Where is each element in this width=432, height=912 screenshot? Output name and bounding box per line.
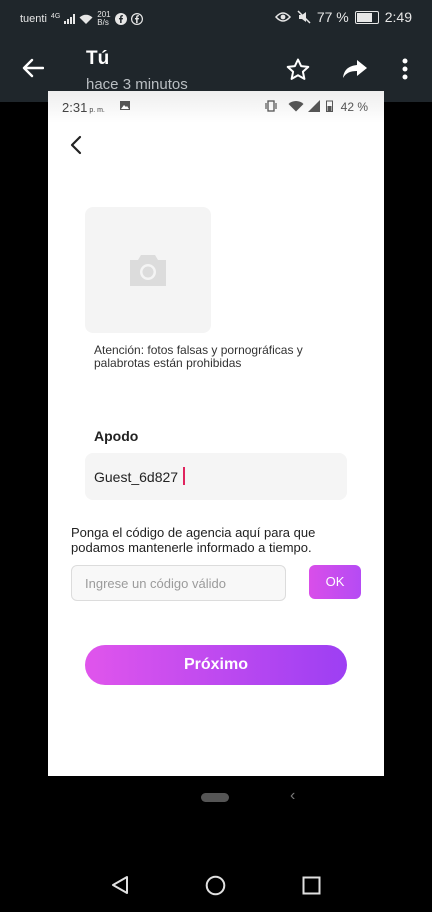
- inner-ampm: p. m.: [89, 107, 105, 114]
- outer-time: 2:49: [384, 9, 412, 25]
- net-speed-unit: B/s: [97, 18, 109, 27]
- next-button[interactable]: Próximo: [85, 645, 347, 685]
- text-caret: [183, 467, 185, 485]
- triangle-back-icon[interactable]: [110, 875, 130, 895]
- carrier-label: tuenti: [20, 13, 47, 25]
- inner-time-value: 2:31: [62, 100, 88, 115]
- inner-wifi-icon: [288, 101, 304, 112]
- battery-icon: [354, 10, 379, 24]
- star-icon[interactable]: [286, 58, 310, 81]
- image-icon: [120, 101, 130, 110]
- nick-value: Guest_6d827: [94, 469, 179, 485]
- gesture-pill[interactable]: [201, 793, 229, 802]
- eye-icon: [274, 12, 291, 22]
- chevron-left-icon[interactable]: [70, 135, 82, 155]
- camera-icon: [130, 255, 166, 286]
- photo-warning: Atención: fotos falsas y pornográficas y…: [94, 343, 303, 370]
- inner-battery-icon: [326, 100, 333, 112]
- outer-status-left: tuenti 4G 201 B/s: [20, 11, 143, 27]
- facebook-icon-2: [130, 13, 143, 25]
- net-speed: 201 B/s: [97, 11, 110, 27]
- agency-info: Ponga el código de agencia aquí para que…: [71, 525, 316, 555]
- inner-screenshot: 2:31 p. m. 42 % Atención: fotos falsas y …: [48, 91, 384, 776]
- inner-status-bar: 2:31 p. m. 42 %: [48, 91, 384, 123]
- outer-battery-text: 77 %: [316, 9, 349, 25]
- nick-label: Apodo: [94, 428, 139, 444]
- inner-time: 2:31 p. m.: [62, 100, 105, 115]
- mute-icon: [297, 10, 311, 24]
- agency-code-placeholder: Ingrese un código válido: [85, 576, 226, 591]
- share-icon[interactable]: [342, 59, 368, 79]
- photo-upload[interactable]: [85, 207, 211, 333]
- outer-status-bar: tuenti 4G 201 B/s 77 % 2:49: [0, 0, 432, 36]
- inner-nav-chevron-icon[interactable]: ‹: [290, 787, 295, 805]
- facebook-icon: [114, 13, 127, 25]
- inner-battery-text: 42 %: [340, 100, 368, 114]
- nick-input[interactable]: Guest_6d827: [85, 453, 347, 500]
- outer-status-right: 77 % 2:49: [274, 9, 412, 25]
- more-vert-icon[interactable]: [402, 58, 408, 80]
- ok-button[interactable]: OK: [309, 565, 361, 599]
- vibrate-icon: [265, 100, 277, 112]
- arrow-left-icon[interactable]: [22, 58, 44, 78]
- wifi-icon: [79, 14, 93, 24]
- signal-icon: [64, 14, 76, 24]
- square-recent-icon[interactable]: [302, 876, 321, 895]
- inner-signal-icon: [308, 100, 320, 112]
- agency-code-input[interactable]: Ingrese un código válido: [71, 565, 286, 601]
- circle-home-icon[interactable]: [205, 875, 226, 896]
- net-type: 4G: [50, 12, 61, 20]
- chat-title: Tú: [86, 48, 110, 69]
